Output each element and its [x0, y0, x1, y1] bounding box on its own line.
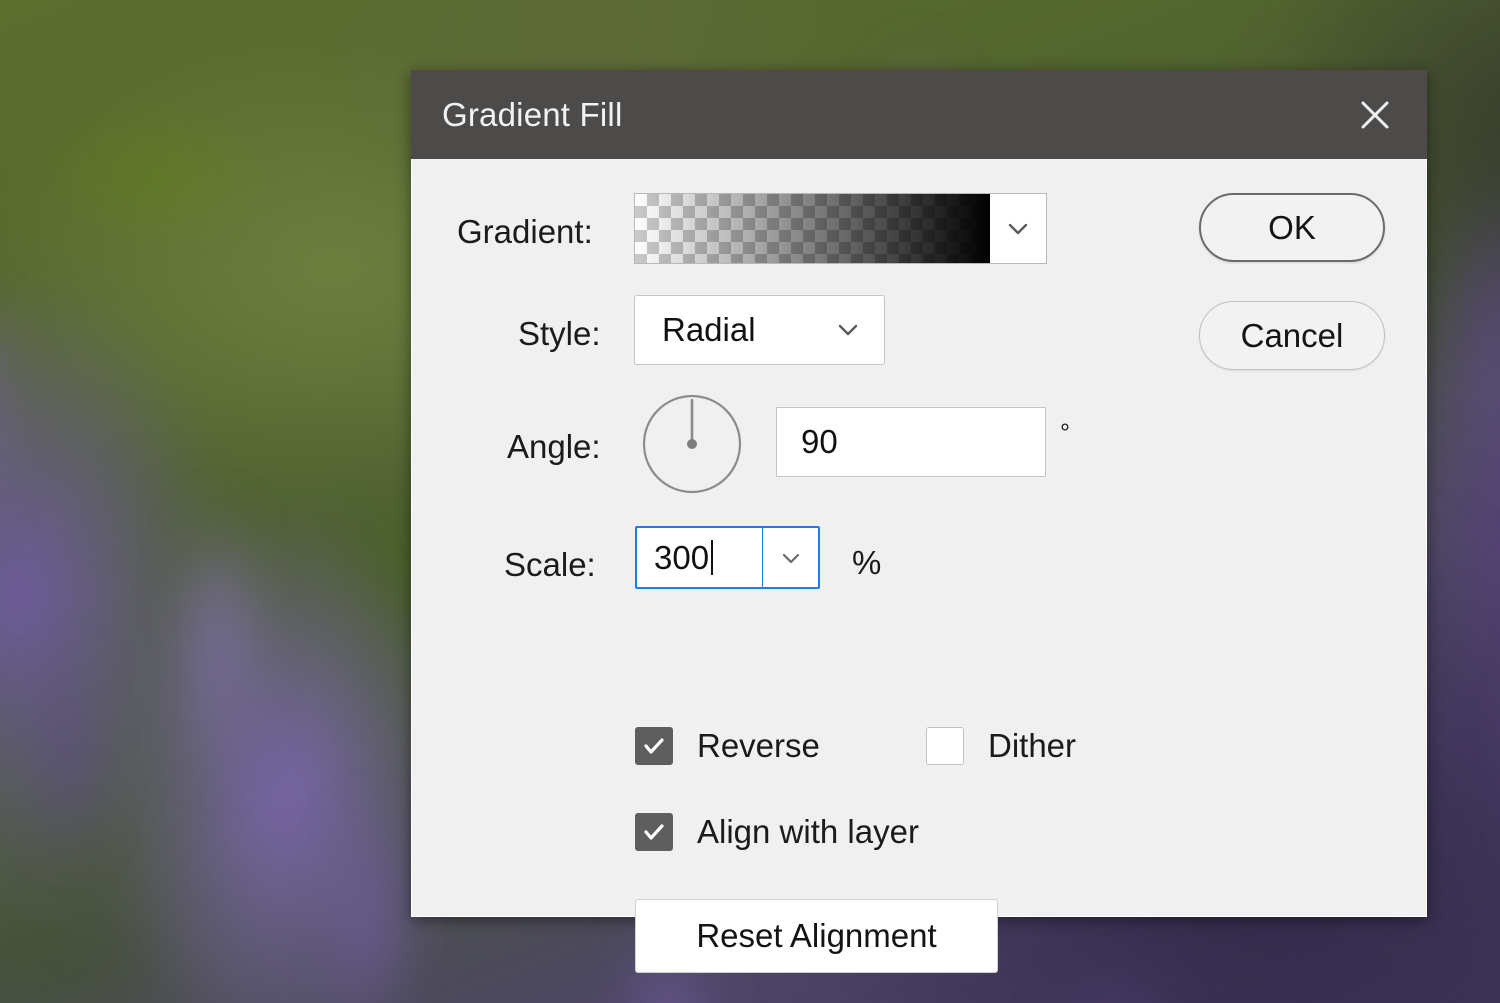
checkbox-align-with-layer-label: Align with layer [697, 813, 919, 851]
style-selected-value: Radial [662, 311, 834, 349]
angle-value: 90 [801, 423, 838, 461]
close-icon[interactable] [1347, 87, 1403, 143]
reset-alignment-button[interactable]: Reset Alignment [635, 899, 998, 973]
gradient-fill-dialog: Gradient Fill Gradient: Style: Radi [411, 70, 1427, 917]
style-label: Style: [518, 315, 601, 353]
style-dropdown[interactable]: Radial [634, 295, 885, 365]
angle-input[interactable]: 90 [776, 407, 1046, 477]
gradient-picker[interactable] [634, 193, 1047, 264]
checkbox-checked-icon [635, 813, 673, 851]
angle-dial-icon[interactable] [641, 393, 743, 495]
checkbox-reverse[interactable]: Reverse [635, 727, 820, 765]
checkbox-reverse-label: Reverse [697, 727, 820, 765]
percent-unit-label: % [852, 544, 881, 582]
chevron-down-icon[interactable] [990, 194, 1046, 263]
chevron-down-icon [834, 316, 862, 344]
dialog-titlebar[interactable]: Gradient Fill [411, 70, 1427, 159]
scale-label: Scale: [504, 546, 596, 584]
gradient-overlay [635, 194, 990, 263]
gradient-label: Gradient: [457, 213, 593, 251]
ok-button[interactable]: OK [1199, 193, 1385, 262]
checkbox-align-with-layer[interactable]: Align with layer [635, 813, 919, 851]
angle-label: Angle: [507, 428, 601, 466]
dialog-title: Gradient Fill [442, 96, 623, 134]
degree-unit-label: ° [1060, 419, 1070, 448]
scale-input[interactable]: 300 [635, 526, 820, 589]
checkbox-dither-label: Dither [988, 727, 1076, 765]
checkbox-unchecked-icon [926, 727, 964, 765]
checkbox-dither[interactable]: Dither [926, 727, 1076, 765]
chevron-down-icon[interactable] [763, 528, 818, 587]
scale-input-area[interactable]: 300 [637, 528, 763, 587]
text-caret [711, 540, 713, 575]
cancel-button[interactable]: Cancel [1199, 301, 1385, 370]
scale-value: 300 [654, 539, 709, 577]
gradient-preview-swatch [635, 194, 990, 263]
dialog-body: Gradient: Style: Radial Angle: [411, 159, 1427, 917]
checkbox-checked-icon [635, 727, 673, 765]
